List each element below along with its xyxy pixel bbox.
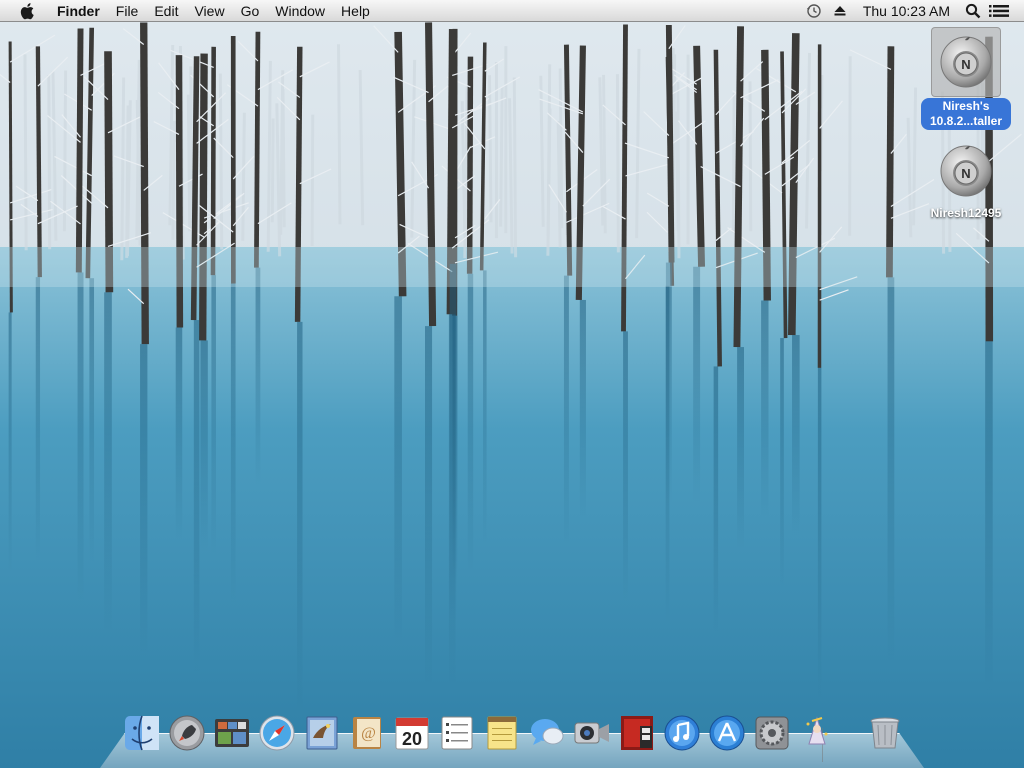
svg-text:N: N bbox=[961, 166, 970, 181]
calendar-date: 20 bbox=[402, 729, 422, 749]
desktop-icon-installer-disk[interactable]: N Niresh's 10.8.2...taller bbox=[911, 27, 1021, 130]
messages-icon bbox=[531, 719, 564, 745]
reminders-icon bbox=[441, 716, 473, 750]
desktop-wallpaper bbox=[0, 22, 1024, 768]
dock-calendar[interactable]: 20 bbox=[391, 712, 433, 754]
trash-icon bbox=[870, 717, 900, 749]
desktop-icon-niresh-drive[interactable]: N Niresh12495 bbox=[911, 140, 1021, 221]
svg-text:N: N bbox=[961, 57, 970, 72]
dock-app-store[interactable] bbox=[706, 712, 748, 754]
svg-text:@: @ bbox=[361, 725, 376, 742]
facetime-icon bbox=[574, 722, 609, 744]
dock: @ 20 bbox=[100, 706, 924, 768]
menu-go[interactable]: Go bbox=[233, 0, 268, 22]
niresh-disk-icon: N bbox=[931, 27, 1001, 97]
dock-photo-booth[interactable] bbox=[616, 712, 658, 754]
dock-mission-control[interactable] bbox=[211, 712, 253, 754]
menu-bar: Finder File Edit View Go Window Help Thu… bbox=[0, 0, 1024, 22]
menu-window[interactable]: Window bbox=[267, 0, 333, 22]
dock-itunes[interactable] bbox=[661, 712, 703, 754]
dock-notes[interactable] bbox=[481, 712, 523, 754]
mail-icon bbox=[306, 716, 338, 750]
niresh-disk-icon: N bbox=[931, 140, 1001, 202]
wizard-icon bbox=[806, 716, 828, 745]
spotlight-search-icon[interactable] bbox=[960, 0, 986, 22]
menu-view[interactable]: View bbox=[186, 0, 232, 22]
menu-help[interactable]: Help bbox=[333, 0, 378, 22]
dock-safari[interactable] bbox=[256, 712, 298, 754]
snowy-forest-lake-image bbox=[0, 22, 1024, 768]
menu-edit[interactable]: Edit bbox=[146, 0, 186, 22]
dock-mail[interactable] bbox=[301, 712, 343, 754]
dock-contacts[interactable]: @ bbox=[346, 712, 388, 754]
itunes-icon bbox=[664, 715, 700, 751]
dock-system-preferences[interactable] bbox=[751, 712, 793, 754]
photo-booth-icon bbox=[621, 716, 653, 750]
finder-icon bbox=[125, 715, 159, 751]
menu-bar-left: Finder File Edit View Go Window Help bbox=[0, 0, 378, 22]
safari-icon bbox=[259, 715, 295, 751]
time-machine-icon[interactable] bbox=[801, 0, 827, 22]
dock-launchpad[interactable] bbox=[166, 712, 208, 754]
calendar-icon: 20 bbox=[395, 717, 429, 750]
dock-trash[interactable] bbox=[864, 712, 906, 754]
desktop-icon-label: Niresh12495 bbox=[930, 206, 1002, 220]
system-preferences-icon bbox=[755, 716, 789, 750]
app-store-icon bbox=[709, 715, 745, 751]
menu-clock[interactable]: Thu 10:23 AM bbox=[853, 0, 960, 22]
menu-file[interactable]: File bbox=[108, 0, 147, 22]
desktop-icon-label: Niresh's 10.8.2...taller bbox=[921, 98, 1011, 130]
launchpad-icon bbox=[169, 715, 205, 751]
apple-logo-icon[interactable] bbox=[17, 0, 39, 22]
menu-bar-status: Thu 10:23 AM bbox=[801, 0, 1024, 22]
dock-setup-assistant[interactable] bbox=[796, 712, 838, 754]
dock-facetime[interactable] bbox=[571, 712, 613, 754]
contacts-icon: @ bbox=[353, 717, 381, 749]
notification-center-icon[interactable] bbox=[986, 0, 1012, 22]
notes-icon bbox=[487, 716, 517, 750]
dock-reminders[interactable] bbox=[436, 712, 478, 754]
mission-control-icon bbox=[215, 719, 249, 747]
menu-finder[interactable]: Finder bbox=[49, 0, 108, 22]
eject-icon[interactable] bbox=[827, 0, 853, 22]
dock-finder[interactable] bbox=[121, 712, 163, 754]
dock-messages[interactable] bbox=[526, 712, 568, 754]
